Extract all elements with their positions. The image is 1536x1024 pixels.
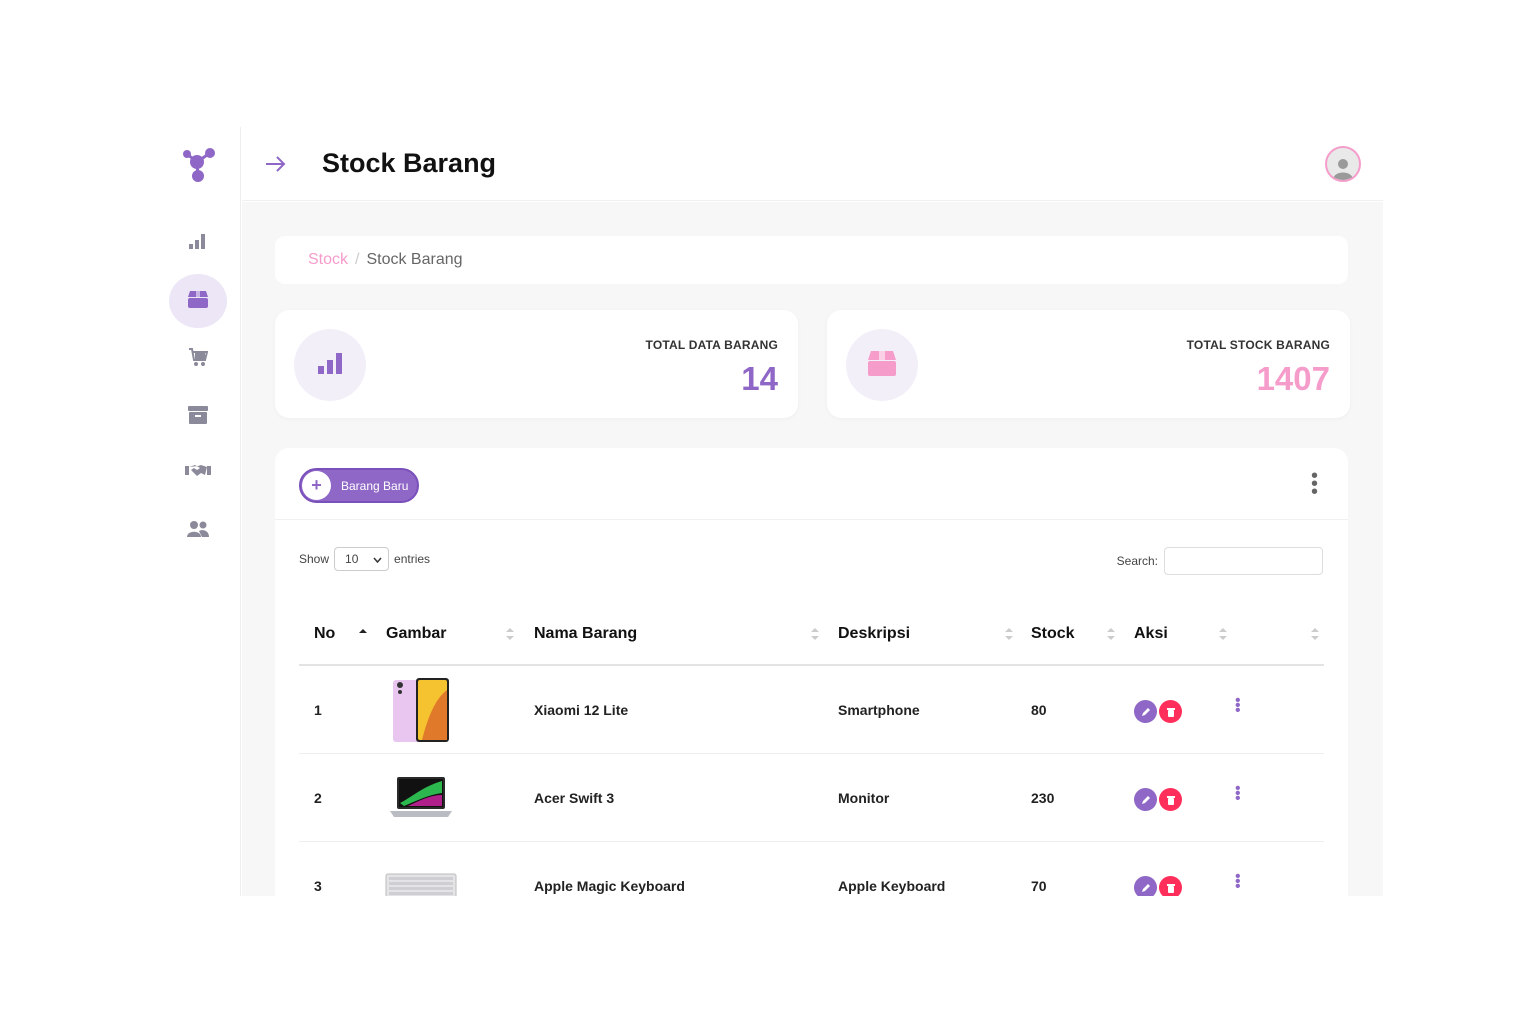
row-menu-kebab-icon[interactable]: • • • (1235, 781, 1241, 807)
sidebar (155, 127, 241, 896)
edit-button[interactable] (1134, 700, 1157, 723)
row-menu-kebab-icon[interactable]: • • • (1235, 693, 1241, 719)
stat-label: TOTAL DATA BARANG (645, 338, 778, 352)
breadcrumb-link-stock[interactable]: Stock (308, 251, 348, 269)
search-label: Search: (1116, 554, 1158, 568)
trash-icon (1166, 707, 1175, 717)
sort-icon[interactable] (1218, 626, 1228, 642)
app-logo[interactable] (179, 145, 219, 185)
handshake-icon (185, 463, 211, 484)
column-header-stock[interactable]: Stock (1031, 625, 1075, 643)
cell-deskripsi: Apple Keyboard (838, 878, 946, 894)
show-entries: Show 10 entries (299, 547, 430, 571)
card-divider (275, 519, 1348, 520)
sort-icon[interactable] (1310, 626, 1320, 642)
user-icon (1333, 159, 1353, 180)
add-item-button[interactable]: + Barang Baru (299, 468, 419, 503)
box-icon (187, 289, 209, 314)
breadcrumb-separator: / (355, 251, 360, 268)
trash-icon (1166, 883, 1175, 893)
add-item-label: Barang Baru (341, 478, 409, 493)
table-row: 1 Xiaomi 12 Lite Smartphone 80 • • • (299, 666, 1324, 754)
stat-value: 14 (741, 360, 778, 397)
sidebar-item-archive[interactable] (169, 390, 227, 444)
sort-asc-icon[interactable] (358, 626, 368, 642)
sidebar-item-orders[interactable] (169, 332, 227, 386)
entries-value: 10 (345, 552, 359, 566)
stat-card-total-data: TOTAL DATA BARANG 14 (275, 310, 798, 418)
sort-icon[interactable] (1004, 626, 1014, 642)
stat-label: TOTAL STOCK BARANG (1186, 338, 1330, 352)
cell-deskripsi: Smartphone (838, 702, 920, 718)
stat-icon-circle (846, 329, 918, 401)
cell-no: 1 (314, 702, 322, 718)
search-input[interactable] (1164, 547, 1323, 575)
card-menu-kebab-icon[interactable]: • • • (1311, 466, 1318, 502)
product-image-smartphone (385, 676, 457, 744)
column-header-deskripsi[interactable]: Deskripsi (838, 625, 910, 643)
row-menu-kebab-icon[interactable]: • • • (1235, 869, 1241, 895)
stock-table-card: + Barang Baru • • • Show 10 entries Search… (275, 448, 1348, 896)
edit-button[interactable] (1134, 788, 1157, 811)
stat-value: 1407 (1256, 360, 1330, 397)
sidebar-item-dashboard[interactable] (169, 216, 227, 270)
pencil-icon (1141, 883, 1150, 892)
chart-bar-icon (188, 232, 208, 255)
delete-button[interactable] (1159, 876, 1182, 896)
sidebar-item-users[interactable] (169, 504, 227, 558)
sort-icon[interactable] (1106, 626, 1116, 642)
app-window: Stock Barang Stock / Stock Barang TOTAL … (155, 127, 1383, 896)
cell-stock: 80 (1031, 702, 1047, 718)
cell-stock: 230 (1031, 790, 1055, 806)
stat-card-total-stock: TOTAL STOCK BARANG 1407 (827, 310, 1350, 418)
entries-label: entries (394, 552, 431, 566)
table-row: 3 Apple Magic Keyboard Apple Keyboard 70… (299, 842, 1324, 896)
sidebar-item-stock[interactable] (169, 274, 227, 328)
users-icon (187, 520, 209, 542)
main-content: Stock / Stock Barang TOTAL DATA BARANG 1… (242, 202, 1383, 896)
product-image-laptop (385, 764, 457, 832)
sort-icon[interactable] (505, 626, 515, 642)
column-header-gambar[interactable]: Gambar (386, 625, 446, 643)
breadcrumb-current: Stock Barang (366, 251, 463, 268)
breadcrumb: Stock / Stock Barang (275, 236, 1348, 284)
column-header-no[interactable]: No (314, 625, 335, 643)
chart-bar-icon (317, 351, 343, 380)
entries-select[interactable]: 10 (334, 547, 390, 571)
cell-nama-barang: Apple Magic Keyboard (534, 878, 685, 894)
cell-stock: 70 (1031, 878, 1047, 894)
sidebar-toggle-arrow-icon[interactable] (264, 153, 288, 180)
delete-button[interactable] (1159, 788, 1182, 811)
page-title: Stock Barang (322, 148, 497, 178)
trash-icon (1166, 795, 1175, 805)
column-header-nama-barang[interactable]: Nama Barang (534, 625, 637, 643)
cart-icon (188, 347, 209, 372)
cell-no: 2 (314, 790, 322, 806)
archive-icon (188, 405, 208, 429)
pencil-icon (1141, 707, 1150, 716)
table-search: Search: (1117, 547, 1323, 575)
sidebar-item-partners[interactable] (169, 446, 227, 500)
show-label: Show (299, 552, 330, 566)
cell-nama-barang: Xiaomi 12 Lite (534, 702, 629, 718)
box-icon (867, 349, 897, 382)
product-image-keyboard (385, 852, 457, 896)
user-avatar[interactable] (1325, 146, 1361, 182)
edit-button[interactable] (1134, 876, 1157, 896)
stat-icon-circle (294, 329, 366, 401)
column-header-aksi[interactable]: Aksi (1134, 625, 1168, 643)
table-row: 2 Acer Swift 3 Monitor 230 • • • (299, 754, 1324, 842)
pencil-icon (1141, 795, 1150, 804)
cell-no: 3 (314, 878, 322, 894)
plus-icon: + (302, 471, 331, 500)
delete-button[interactable] (1159, 700, 1182, 723)
cell-deskripsi: Monitor (838, 790, 890, 806)
cell-nama-barang: Acer Swift 3 (534, 790, 615, 806)
sort-icon[interactable] (810, 626, 820, 642)
chevron-down-icon (373, 552, 382, 566)
top-header: Stock Barang (242, 127, 1383, 201)
